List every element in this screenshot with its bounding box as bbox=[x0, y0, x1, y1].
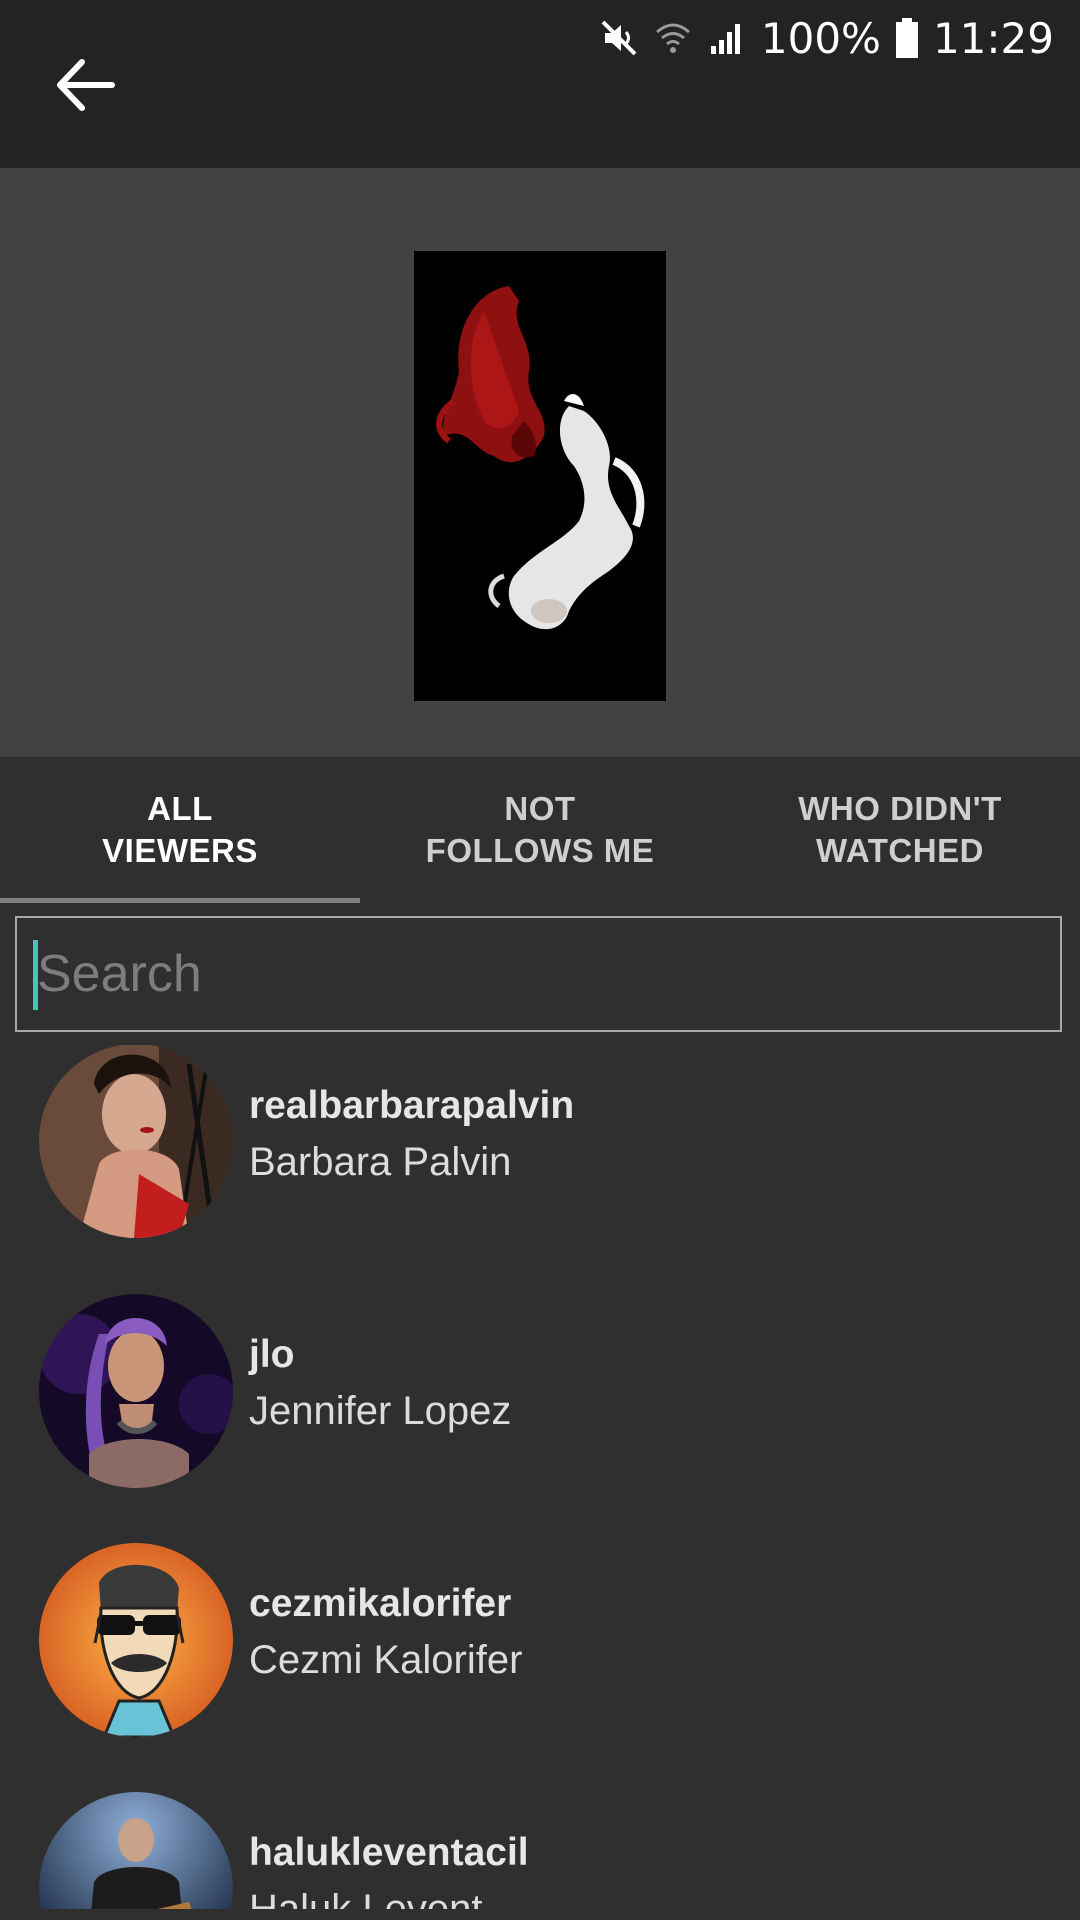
signal-icon bbox=[707, 18, 747, 58]
tab-label-line1: WHO DIDN'T bbox=[798, 790, 1002, 827]
list-item[interactable]: halukleventacil Haluk Levent bbox=[0, 1767, 1080, 1909]
status-bar: 100% 11:29 bbox=[599, 10, 1054, 66]
tab-not-follows-me[interactable]: NOT FOLLOWS ME bbox=[360, 757, 720, 903]
tab-label-line2: WATCHED bbox=[816, 832, 984, 869]
betta-fish-image bbox=[414, 251, 666, 701]
app-bar: 100% 11:29 bbox=[0, 0, 1080, 168]
viewer-username: cezmikalorifer bbox=[249, 1582, 512, 1625]
viewer-username: realbarbarapalvin bbox=[249, 1084, 575, 1127]
battery-icon bbox=[895, 17, 919, 59]
avatar bbox=[39, 1294, 233, 1488]
viewer-full-name: Jennifer Lopez bbox=[249, 1389, 512, 1433]
clock: 11:29 bbox=[932, 13, 1054, 63]
wifi-icon bbox=[653, 18, 693, 58]
arrow-back-icon bbox=[57, 59, 115, 111]
tab-label-line1: NOT bbox=[504, 790, 576, 827]
viewer-full-name: Haluk Levent bbox=[249, 1887, 483, 1909]
tab-label-line2: VIEWERS bbox=[102, 832, 258, 869]
search-input[interactable] bbox=[31, 918, 1047, 1030]
text-cursor bbox=[33, 940, 38, 1010]
viewer-username: jlo bbox=[249, 1333, 295, 1376]
back-button[interactable] bbox=[52, 52, 118, 118]
tab-label-line1: ALL bbox=[147, 790, 213, 827]
story-preview-area bbox=[0, 168, 1080, 757]
list-item[interactable]: realbarbarapalvin Barbara Palvin bbox=[0, 1045, 1080, 1269]
list-bottom-edge bbox=[0, 1909, 1080, 1920]
list-item[interactable]: jlo Jennifer Lopez bbox=[0, 1269, 1080, 1518]
list-item[interactable]: cezmikalorifer Cezmi Kalorifer bbox=[0, 1518, 1080, 1767]
tab-who-didnt-watched[interactable]: WHO DIDN'T WATCHED bbox=[720, 757, 1080, 903]
tab-label-line2: FOLLOWS ME bbox=[425, 832, 655, 869]
avatar bbox=[39, 1792, 233, 1909]
viewer-filter-tabs: ALL VIEWERS NOT FOLLOWS ME WHO DIDN'T WA… bbox=[0, 757, 1080, 903]
viewer-full-name: Barbara Palvin bbox=[249, 1140, 512, 1184]
viewer-list: realbarbarapalvin Barbara Palvin jlo Jen… bbox=[0, 1045, 1080, 1909]
mute-icon bbox=[599, 18, 639, 58]
avatar bbox=[39, 1543, 233, 1737]
avatar bbox=[39, 1045, 233, 1238]
story-thumbnail[interactable] bbox=[414, 251, 666, 701]
viewer-username: halukleventacil bbox=[249, 1831, 529, 1874]
tab-all-viewers[interactable]: ALL VIEWERS bbox=[0, 757, 360, 903]
battery-percent: 100% bbox=[760, 13, 881, 63]
search-box bbox=[15, 916, 1062, 1032]
viewer-full-name: Cezmi Kalorifer bbox=[249, 1638, 523, 1682]
